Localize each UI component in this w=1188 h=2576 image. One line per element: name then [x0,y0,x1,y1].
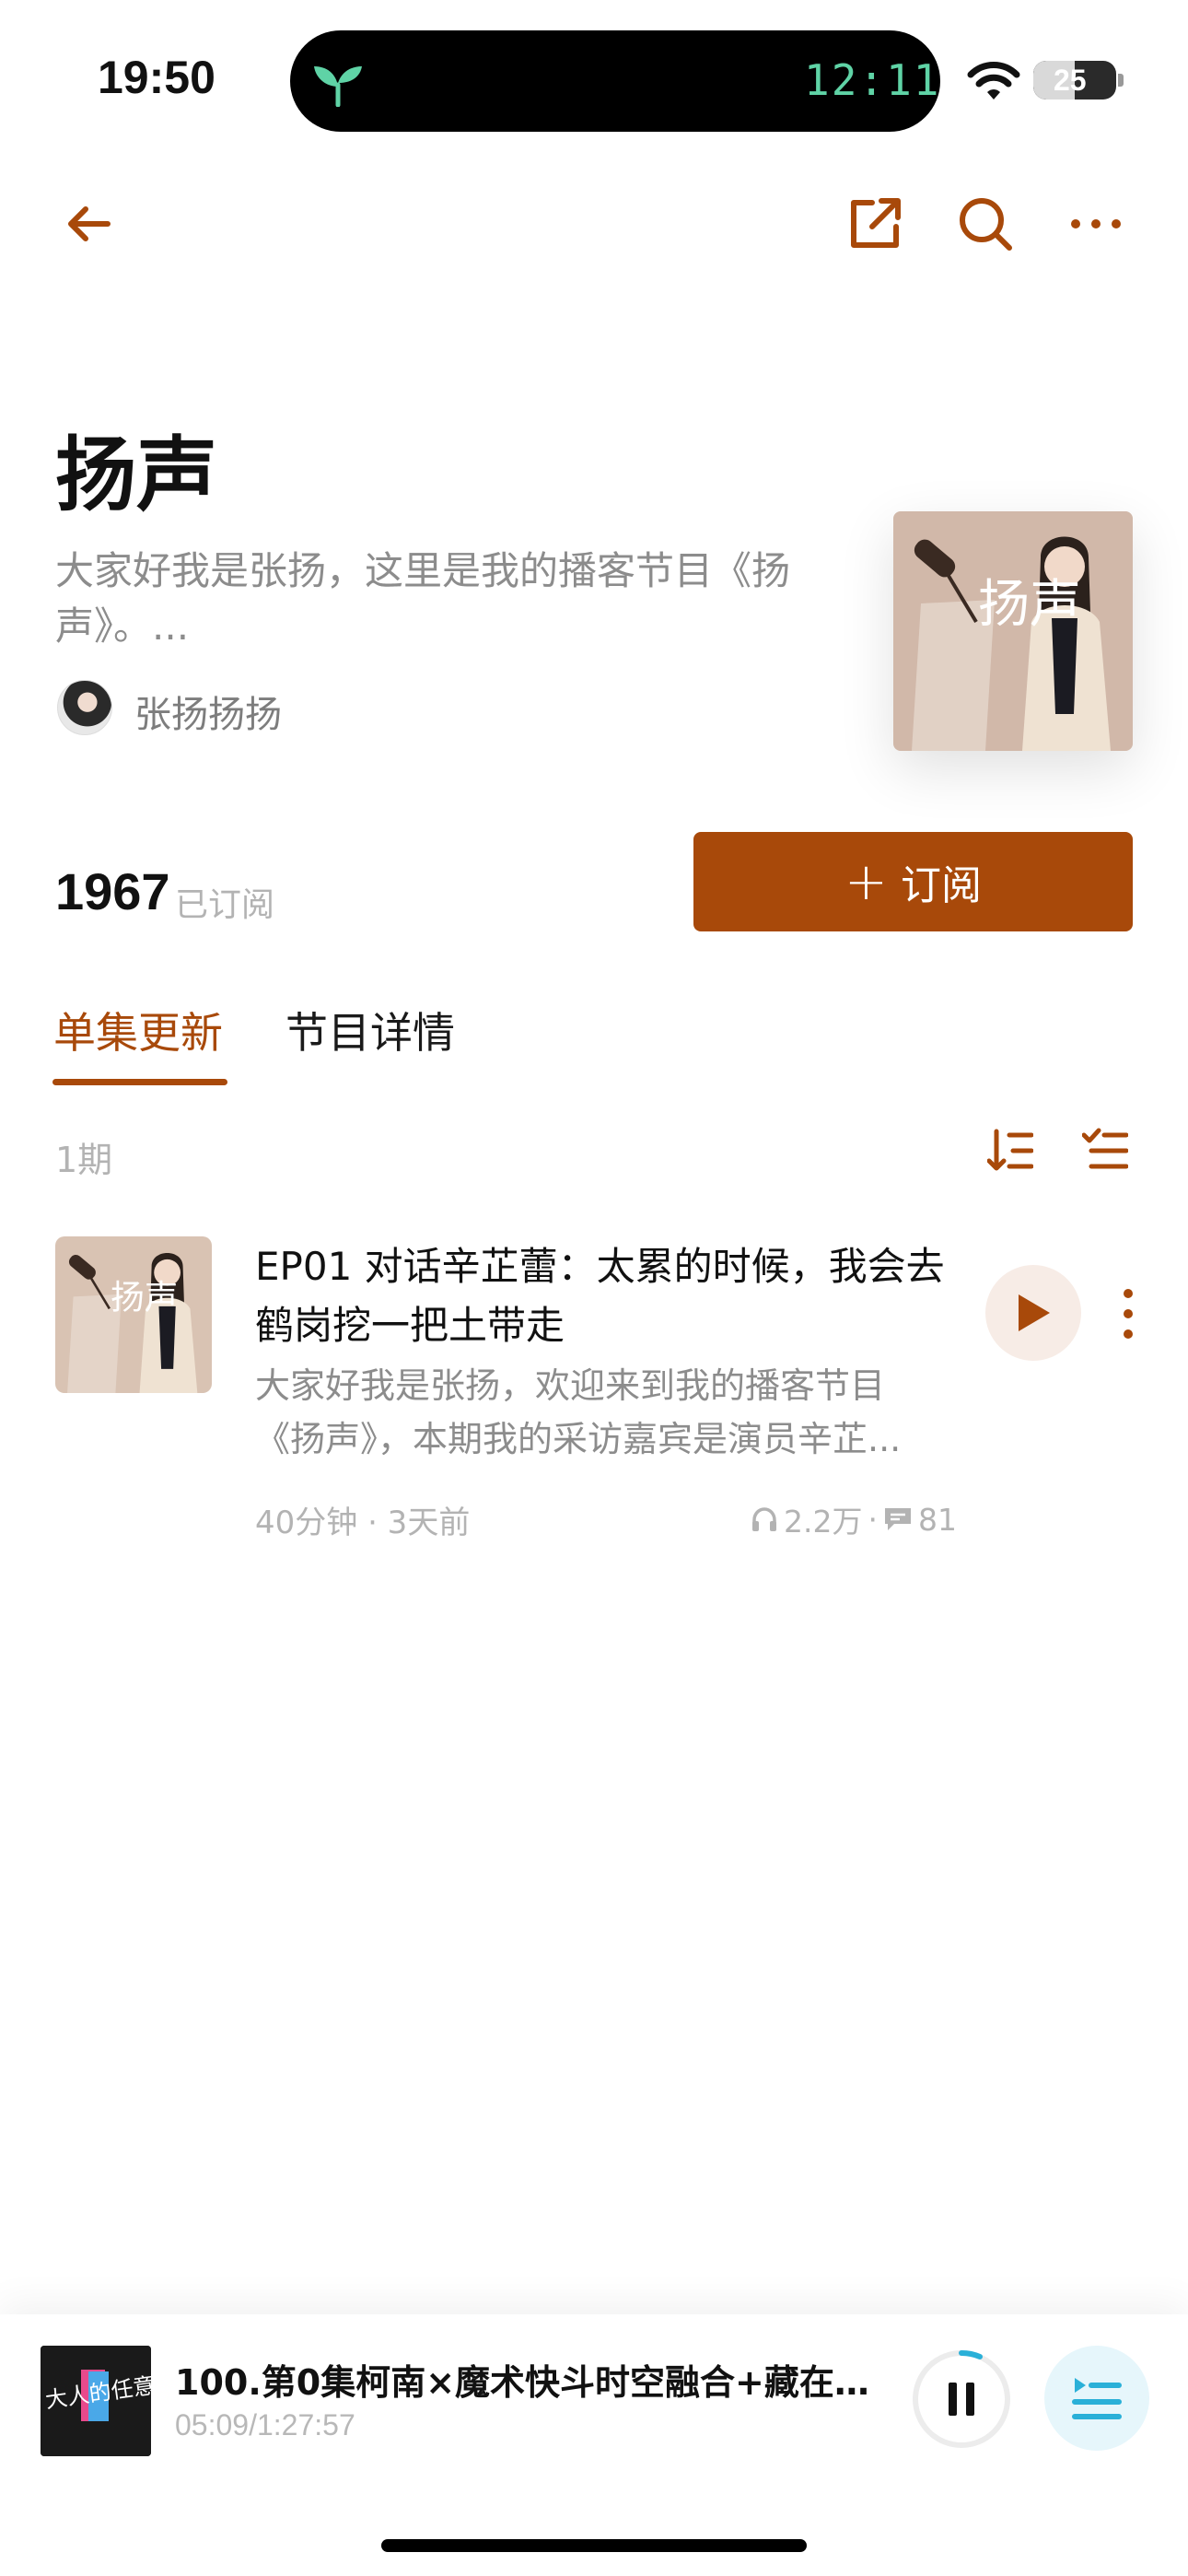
tab-episodes[interactable]: 单集更新 [53,1000,223,1060]
subscribe-label: 订阅 [900,862,982,909]
episode-cover-art: 扬声 [55,1236,212,1393]
share-external-icon [851,198,901,248]
multi-select-button[interactable] [1073,1118,1137,1183]
island-timer: 12:11 [804,55,941,105]
back-button[interactable] [55,192,120,256]
sort-button[interactable] [978,1118,1042,1183]
episode-stats: 2.2万 · 81 [751,1497,957,1541]
wifi-icon [967,62,1020,100]
episode-cover[interactable]: 扬声 [55,1236,212,1393]
episode-title[interactable]: EP01 对话辛芷蕾：太累的时候，我会去鹤岗挖一把土带走 [255,1237,964,1355]
plus-icon: + [844,851,888,912]
share-button[interactable] [843,192,907,256]
subscribe-button[interactable]: + 订阅 [693,832,1133,931]
playlist-icon [1072,2378,1122,2419]
checklist-icon [1082,1128,1128,1169]
headphones-icon [752,1507,776,1531]
search-button[interactable] [953,192,1018,256]
player-title[interactable]: 100.第0集柯南×魔术快斗时空融合+藏在命... [175,2354,875,2405]
episode-plays: 2.2万 [784,1504,863,1540]
comment-icon [884,1508,911,1530]
tab-active-indicator [52,1079,227,1085]
battery-indicator: 25 [1033,61,1116,100]
battery-nub [1118,74,1124,87]
subscriber-count: 1967 [55,862,170,920]
status-time: 19:50 [98,52,215,103]
home-indicator [381,2539,807,2552]
author-name[interactable]: 张扬扬扬 [134,685,282,738]
back-arrow-icon [68,206,111,241]
sort-order-icon [987,1129,1033,1171]
player-cover[interactable]: 大人的任意门 [41,2346,151,2456]
pause-button[interactable] [910,2348,1013,2451]
playlist-button[interactable] [1044,2346,1149,2451]
podcast-title: 扬声 [55,427,218,522]
author-avatar[interactable] [57,680,112,735]
tab-details[interactable]: 节目详情 [285,1000,455,1060]
episode-comments: 81 [917,1501,957,1538]
player-time: 05:09/1:27:57 [175,2408,355,2441]
podcast-cover-art: 扬声 [893,511,1133,751]
episode-cover-calligraphy: 扬声 [111,1277,178,1317]
sprout-icon [314,66,362,107]
cover-calligraphy-1: 扬声 [978,575,1081,635]
podcast-description[interactable]: 大家好我是张扬，这里是我的播客节目《扬声》。... [55,544,792,654]
more-horizontal-icon [1071,219,1121,228]
episodes-count: 1期 [55,1140,113,1180]
search-icon [960,198,1012,251]
more-button[interactable] [1064,192,1128,256]
player-cover-art: 大人的任意门 [41,2346,151,2456]
subscriber-label: 已订阅 [175,886,275,924]
episode-meta: 40分钟 · 3天前 [255,1505,471,1541]
play-icon [1019,1294,1050,1331]
podcast-cover[interactable]: 扬声 [893,511,1133,751]
episode-more-icon[interactable] [1114,1288,1142,1340]
episode-play-button[interactable] [985,1265,1081,1361]
stats-separator: · [868,1501,878,1538]
episode-description[interactable]: 大家好我是张扬，欢迎来到我的播客节目《扬声》，本期我的采访嘉宾是演员辛芷... [255,1359,923,1466]
